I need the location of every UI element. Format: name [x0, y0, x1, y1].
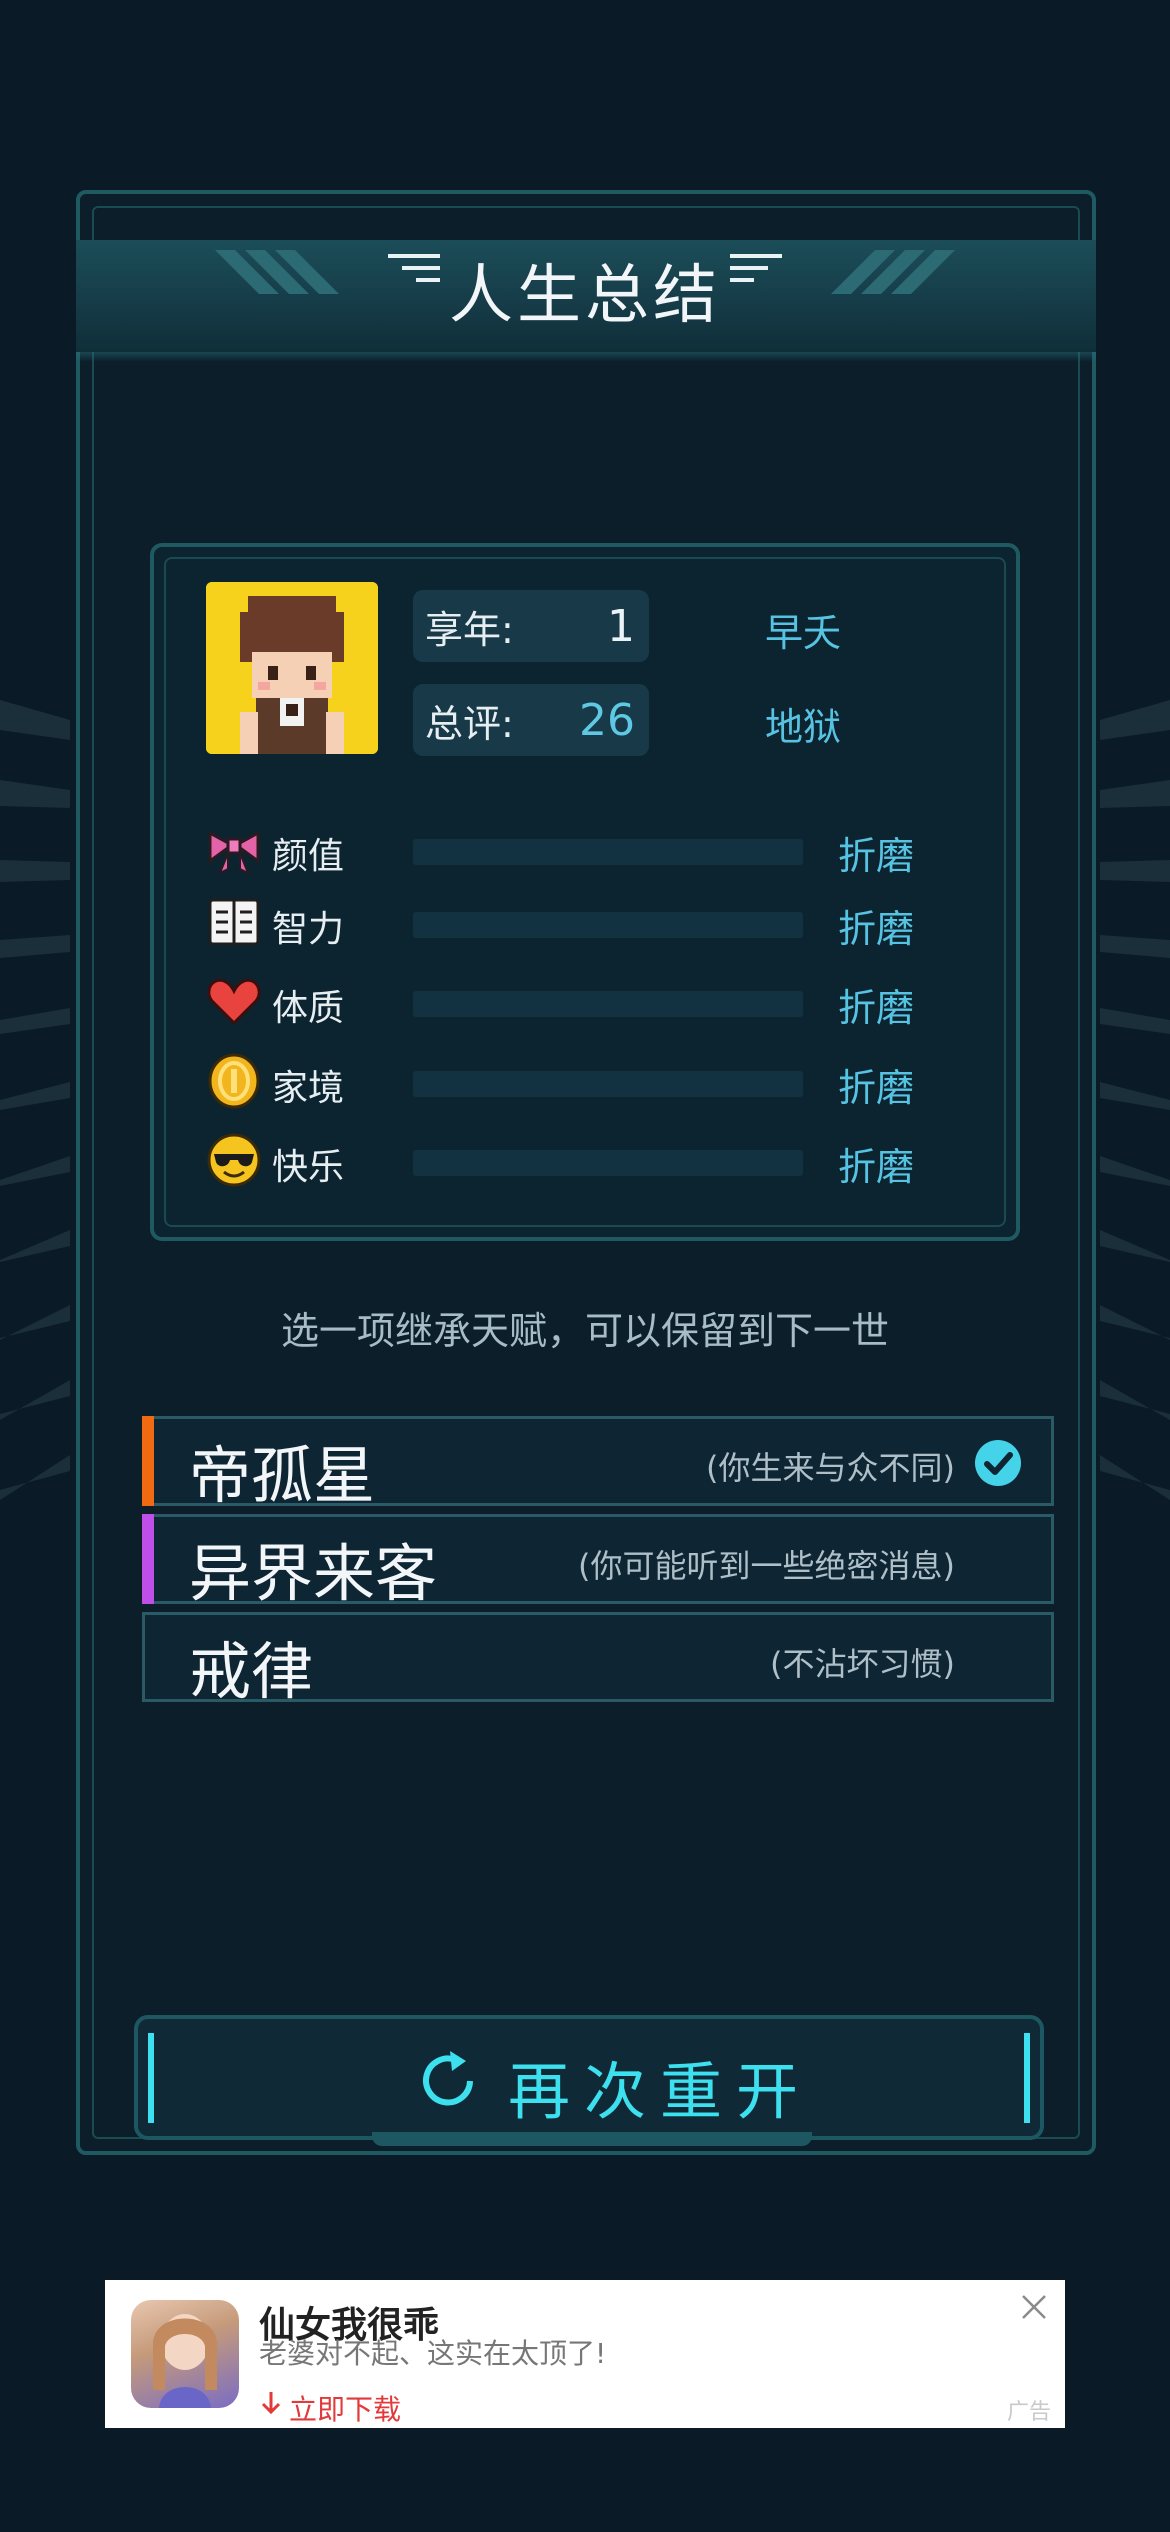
ad-tag: 广告 [1006, 2400, 1051, 2425]
attribute-bar [413, 839, 803, 865]
attribute-value: 折磨 [838, 834, 915, 878]
refresh-icon [423, 2051, 473, 2106]
page-title: 人生总结 [449, 259, 721, 333]
age-rating: 早夭 [765, 611, 842, 655]
attribute-bar [413, 1071, 803, 1097]
score-value: 26 [579, 694, 635, 746]
avatar [206, 582, 378, 754]
attribute-label: 体质 [272, 988, 345, 1029]
attribute-label: 颜值 [272, 836, 345, 877]
talent-option[interactable]: 异界来客 (你可能听到一些绝密消息) [142, 1514, 1054, 1610]
score-label: 总评: [425, 701, 514, 746]
bow-icon [208, 830, 260, 876]
close-icon[interactable] [1017, 2290, 1051, 2324]
button-bottom-tab [372, 2132, 812, 2146]
heart-icon [207, 978, 261, 1026]
age-label: 享年: [425, 607, 514, 652]
attribute-value: 折磨 [838, 986, 915, 1030]
attribute-value: 折磨 [838, 1066, 915, 1110]
attribute-label: 家境 [272, 1068, 345, 1109]
attribute-label: 智力 [272, 909, 345, 950]
ad-subtitle: 老婆对不起、这实在太顶了! [259, 2337, 607, 2370]
selected-check-icon [975, 1440, 1021, 1486]
ad-thumbnail[interactable] [131, 2300, 239, 2408]
download-arrow-icon[interactable] [259, 2388, 283, 2418]
attribute-value: 折磨 [838, 1145, 915, 1189]
talent-name: 异界来客 [189, 1537, 438, 1610]
pixel-character-icon [206, 582, 378, 754]
attribute-label: 快乐 [272, 1147, 345, 1188]
talent-option[interactable]: 戒律 (不沾坏习惯) [142, 1612, 1054, 1708]
talent-description: (不沾坏习惯) [770, 1645, 955, 1683]
talent-name: 帝孤星 [189, 1439, 376, 1512]
score-rating: 地狱 [765, 705, 842, 749]
attribute-bar [413, 1150, 803, 1176]
talent-option[interactable]: 帝孤星 (你生来与众不同) [142, 1416, 1054, 1512]
sunglasses-face-icon [207, 1133, 261, 1187]
attribute-bar [413, 991, 803, 1017]
book-icon [208, 898, 260, 946]
attribute-row-intelligence: 智力 折磨 [206, 890, 926, 954]
coin-icon [208, 1053, 260, 1109]
attribute-row-constitution: 体质 折磨 [206, 969, 926, 1033]
talent-color-bar [142, 1416, 154, 1506]
attribute-row-happiness: 快乐 折磨 [206, 1128, 926, 1192]
age-value: 1 [607, 600, 635, 652]
talent-color-bar [142, 1514, 154, 1604]
inherit-hint: 选一项继承天赋，可以保留到下一世 [280, 1309, 889, 1353]
talent-description: (你生来与众不同) [706, 1449, 955, 1487]
attribute-bar [413, 912, 803, 938]
ad-banner[interactable]: 仙女我很乖 老婆对不起、这实在太顶了! 立即下载 广告 [105, 2280, 1065, 2428]
score-pill: 总评: 26 [413, 684, 649, 756]
talent-name: 戒律 [189, 1635, 314, 1708]
attribute-row-appearance: 颜值 折磨 [206, 817, 926, 881]
button-edge-left [148, 2033, 154, 2123]
attribute-value: 折磨 [838, 907, 915, 951]
ad-download-link[interactable]: 立即下载 [289, 2388, 401, 2428]
age-pill: 享年: 1 [413, 590, 649, 662]
button-edge-right [1024, 2033, 1030, 2123]
restart-button[interactable]: 再次重开 [134, 2015, 1044, 2146]
talent-description: (你可能听到一些绝密消息) [578, 1547, 955, 1585]
restart-label: 再次重开 [508, 2055, 813, 2128]
attribute-row-family: 家境 折磨 [206, 1049, 926, 1113]
